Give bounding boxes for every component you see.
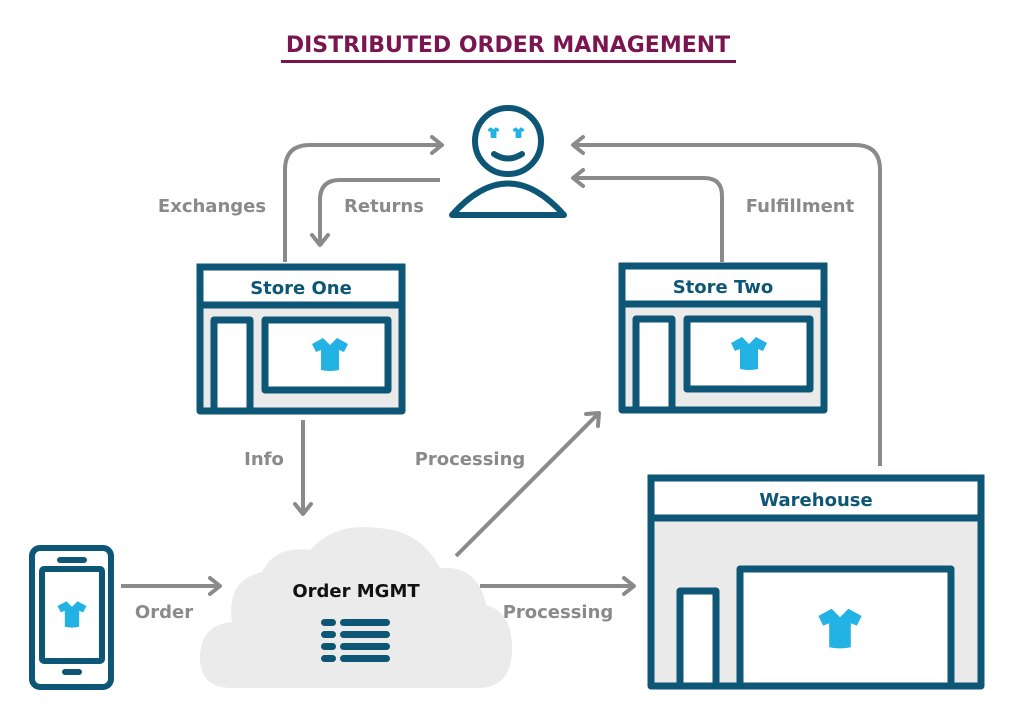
warehouse-label: Warehouse (759, 490, 872, 511)
store-two-label: Store Two (673, 277, 774, 298)
order-mgmt-label: Order MGMT (292, 581, 420, 602)
warehouse-door (676, 587, 720, 690)
smartphone-icon (29, 545, 114, 690)
store-one: Store One (196, 263, 406, 415)
fulfillment-store-arrow (571, 168, 724, 262)
store-one-door (210, 316, 254, 415)
customer-icon (449, 105, 567, 218)
processing-warehouse-label: Processing (503, 602, 614, 623)
processing-warehouse-arrow (480, 576, 636, 596)
order-mgmt-cloud: Order MGMT (200, 526, 512, 688)
info-label: Info (244, 449, 284, 470)
diagram-canvas: DISTRIBUTED ORDER MANAGEMENT Exchanges R… (29, 33, 985, 690)
store-one-label: Store One (250, 278, 352, 299)
processing-store-label: Processing (415, 449, 526, 470)
store-two: Store Two (618, 262, 828, 414)
diagram-title: DISTRIBUTED ORDER MANAGEMENT (281, 33, 736, 63)
order-label: Order (135, 602, 193, 623)
title-text: DISTRIBUTED ORDER MANAGEMENT (286, 33, 730, 58)
processing-store-arrow (454, 411, 601, 558)
info-arrow (293, 420, 313, 516)
store-two-door (632, 315, 676, 414)
exchanges-label: Exchanges (158, 196, 266, 217)
warehouse: Warehouse (647, 474, 985, 690)
order-arrow (121, 576, 222, 596)
fulfillment-label: Fulfillment (746, 196, 855, 217)
returns-label: Returns (344, 196, 424, 217)
title-underline (281, 60, 736, 63)
